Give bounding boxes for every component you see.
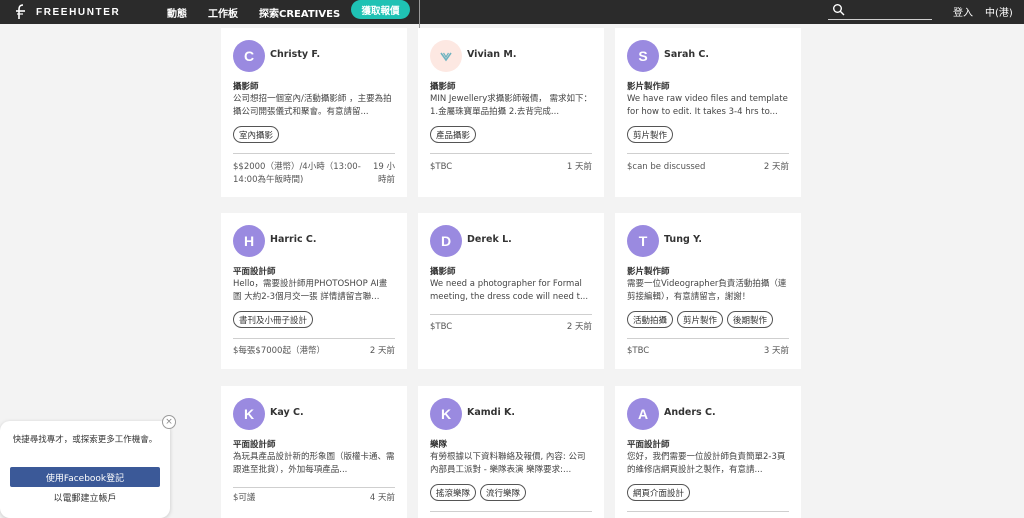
close-icon[interactable]: × xyxy=(162,415,176,429)
language-selector[interactable]: 中(港) xyxy=(985,4,1013,19)
job-card[interactable]: K Kamdi K. 樂隊 有勞根據以下資料聯絡及報價, 內容: 公司內部員工派… xyxy=(418,386,604,518)
client-name: Anders C. xyxy=(664,407,716,418)
get-quote-button[interactable]: 獲取報價 xyxy=(351,0,410,19)
job-card[interactable]: Vivian M. 攝影師 MIN Jewellery求攝影師報價， 需求如下：… xyxy=(418,28,604,197)
post-time: 2 天前 xyxy=(566,322,592,332)
job-tag[interactable]: 產品攝影 xyxy=(430,126,477,143)
job-card[interactable]: C Christy F. 攝影師 公司想招一個室內/活動攝影師 ，主要為拍攝公司… xyxy=(221,28,407,197)
job-description: We need a photographer for Formal meetin… xyxy=(430,279,589,302)
search-icon xyxy=(833,4,845,16)
job-price: $TBC xyxy=(430,322,453,332)
email-signup-link[interactable]: 以電郵建立帳戶 xyxy=(10,491,160,504)
job-tag[interactable]: 室內攝影 xyxy=(233,126,280,143)
top-navigation-bar: FREEHUNTER 動態 工作板 探索CREATIVES 獲取報價 登入 中(… xyxy=(0,0,1024,24)
client-name: Kamdi K. xyxy=(467,407,516,418)
card-divider xyxy=(627,511,789,512)
nav-workbench[interactable]: 工作板 xyxy=(208,5,238,20)
job-tag[interactable]: 搖滾樂隊 xyxy=(430,484,477,501)
job-description: Hello，需要設計師用PHOTOSHOP AI畫圖 大約2-3個月交一張 詳情… xyxy=(233,279,388,302)
avatar xyxy=(430,40,462,72)
job-role: 攝影師 xyxy=(430,82,456,92)
job-tag[interactable]: 剪片製作 xyxy=(627,126,674,143)
logo[interactable]: FREEHUNTER xyxy=(14,2,120,22)
job-card[interactable]: S Sarah C. 影片製作師 We have raw video files… xyxy=(615,28,801,197)
job-card[interactable]: H Harric C. 平面設計師 Hello，需要設計師用PHOTOSHOP … xyxy=(221,213,407,369)
job-card[interactable]: T Tung Y. 影片製作師 需要一位Videographer負責活動拍攝（連… xyxy=(615,213,801,369)
client-name: Sarah C. xyxy=(664,49,709,60)
client-name: Kay C. xyxy=(270,407,304,418)
post-time: 4 天前 xyxy=(369,493,395,503)
post-time: 3 天前 xyxy=(763,346,789,356)
job-description: 需要一位Videographer負責活動拍攝（連剪接編輯），有意請留言，謝謝！ xyxy=(627,279,787,302)
job-role: 樂隊 xyxy=(430,440,448,450)
card-divider xyxy=(233,487,395,488)
header-divider xyxy=(419,0,420,28)
signup-popup: 快捷尋找專才，或探索更多工作機會。 使用Facebook登記 以電郵建立帳戶 xyxy=(0,421,170,518)
job-role: 平面設計師 xyxy=(627,440,670,450)
job-tag[interactable]: 流行樂隊 xyxy=(480,484,527,501)
avatar: S xyxy=(627,40,659,72)
post-time: 2 天前 xyxy=(763,162,789,172)
post-time: 2 天前 xyxy=(369,346,395,356)
job-role: 影片製作師 xyxy=(627,267,670,277)
client-name: Tung Y. xyxy=(664,234,702,245)
avatar: K xyxy=(430,398,462,430)
avatar: C xyxy=(233,40,265,72)
nav-explore-creatives[interactable]: 探索CREATIVES xyxy=(259,5,340,20)
job-price: $TBC xyxy=(627,346,650,356)
job-price: $可議 xyxy=(233,493,256,503)
avatar: T xyxy=(627,225,659,257)
card-divider xyxy=(627,153,789,154)
card-divider xyxy=(430,511,592,512)
job-role: 攝影師 xyxy=(430,267,456,277)
job-description: 有勞根據以下資料聯絡及報價, 內容: 公司內部員工派對 - 樂隊表演 樂隊要求:… xyxy=(430,452,586,475)
facebook-signup-button[interactable]: 使用Facebook登記 xyxy=(10,467,160,487)
job-role: 平面設計師 xyxy=(233,267,276,277)
post-time: 1 天前 xyxy=(566,162,592,172)
job-tag[interactable]: 剪片製作 xyxy=(677,311,724,328)
search-input[interactable] xyxy=(848,2,930,18)
nav-activity[interactable]: 動態 xyxy=(167,5,187,20)
search-bar[interactable] xyxy=(828,2,932,20)
card-divider xyxy=(233,338,395,339)
logo-text: FREEHUNTER xyxy=(36,6,121,18)
avatar: D xyxy=(430,225,462,257)
job-description: 您好，我們需要一位設計師負責簡單2-3頁的維修店網頁設計之製作，有意請... xyxy=(627,452,786,475)
client-name: Derek L. xyxy=(467,234,512,245)
job-description: 為玩具產品設計新的形象圖（版權卡通、需跟進至批貨），外加每項產品... xyxy=(233,452,395,475)
job-price: $can be discussed xyxy=(627,162,706,172)
job-card[interactable]: D Derek L. 攝影師 We need a photographer fo… xyxy=(418,213,604,369)
job-tag[interactable]: 後期製作 xyxy=(727,311,774,328)
card-divider xyxy=(430,314,592,315)
card-divider xyxy=(233,153,395,154)
job-description: MIN Jewellery求攝影師報價， 需求如下： 1.金屬珠寶單品拍攝 2.… xyxy=(430,94,592,117)
job-price: $TBC xyxy=(430,162,453,172)
job-role: 影片製作師 xyxy=(627,82,670,92)
job-description: 公司想招一個室內/活動攝影師 ，主要為拍攝公司開張儀式和聚會。有意請留... xyxy=(233,94,392,117)
job-tag[interactable]: 網頁介面設計 xyxy=(627,484,691,501)
job-tag[interactable]: 書刊及小冊子設計 xyxy=(233,311,314,328)
avatar: H xyxy=(233,225,265,257)
login-link[interactable]: 登入 xyxy=(953,4,973,19)
client-name: Christy F. xyxy=(270,49,321,60)
job-card[interactable]: A Anders C. 平面設計師 您好，我們需要一位設計師負責簡單2-3頁的維… xyxy=(615,386,801,518)
job-role: 攝影師 xyxy=(233,82,259,92)
card-divider xyxy=(430,153,592,154)
freehunter-logo-icon xyxy=(16,4,25,19)
job-price: $$2000（港幣）/4小時（13:00-14:00為午飯時間) xyxy=(233,162,361,185)
avatar: A xyxy=(627,398,659,430)
job-card[interactable]: K Kay C. 平面設計師 為玩具產品設計新的形象圖（版權卡通、需跟進至批貨）… xyxy=(221,386,407,518)
avatar: K xyxy=(233,398,265,430)
job-role: 平面設計師 xyxy=(233,440,276,450)
client-name: Harric C. xyxy=(270,234,317,245)
job-description: We have raw video files and template for… xyxy=(627,94,788,117)
job-tag[interactable]: 活動拍攝 xyxy=(627,311,674,328)
job-price: $每張$7000起（港幣） xyxy=(233,346,325,356)
card-divider xyxy=(627,338,789,339)
popup-message: 快捷尋找專才，或探索更多工作機會。 xyxy=(12,435,158,445)
jewellery-avatar-icon xyxy=(440,52,452,62)
post-time: 19 小時前 xyxy=(372,162,395,185)
client-name: Vivian M. xyxy=(467,49,517,60)
